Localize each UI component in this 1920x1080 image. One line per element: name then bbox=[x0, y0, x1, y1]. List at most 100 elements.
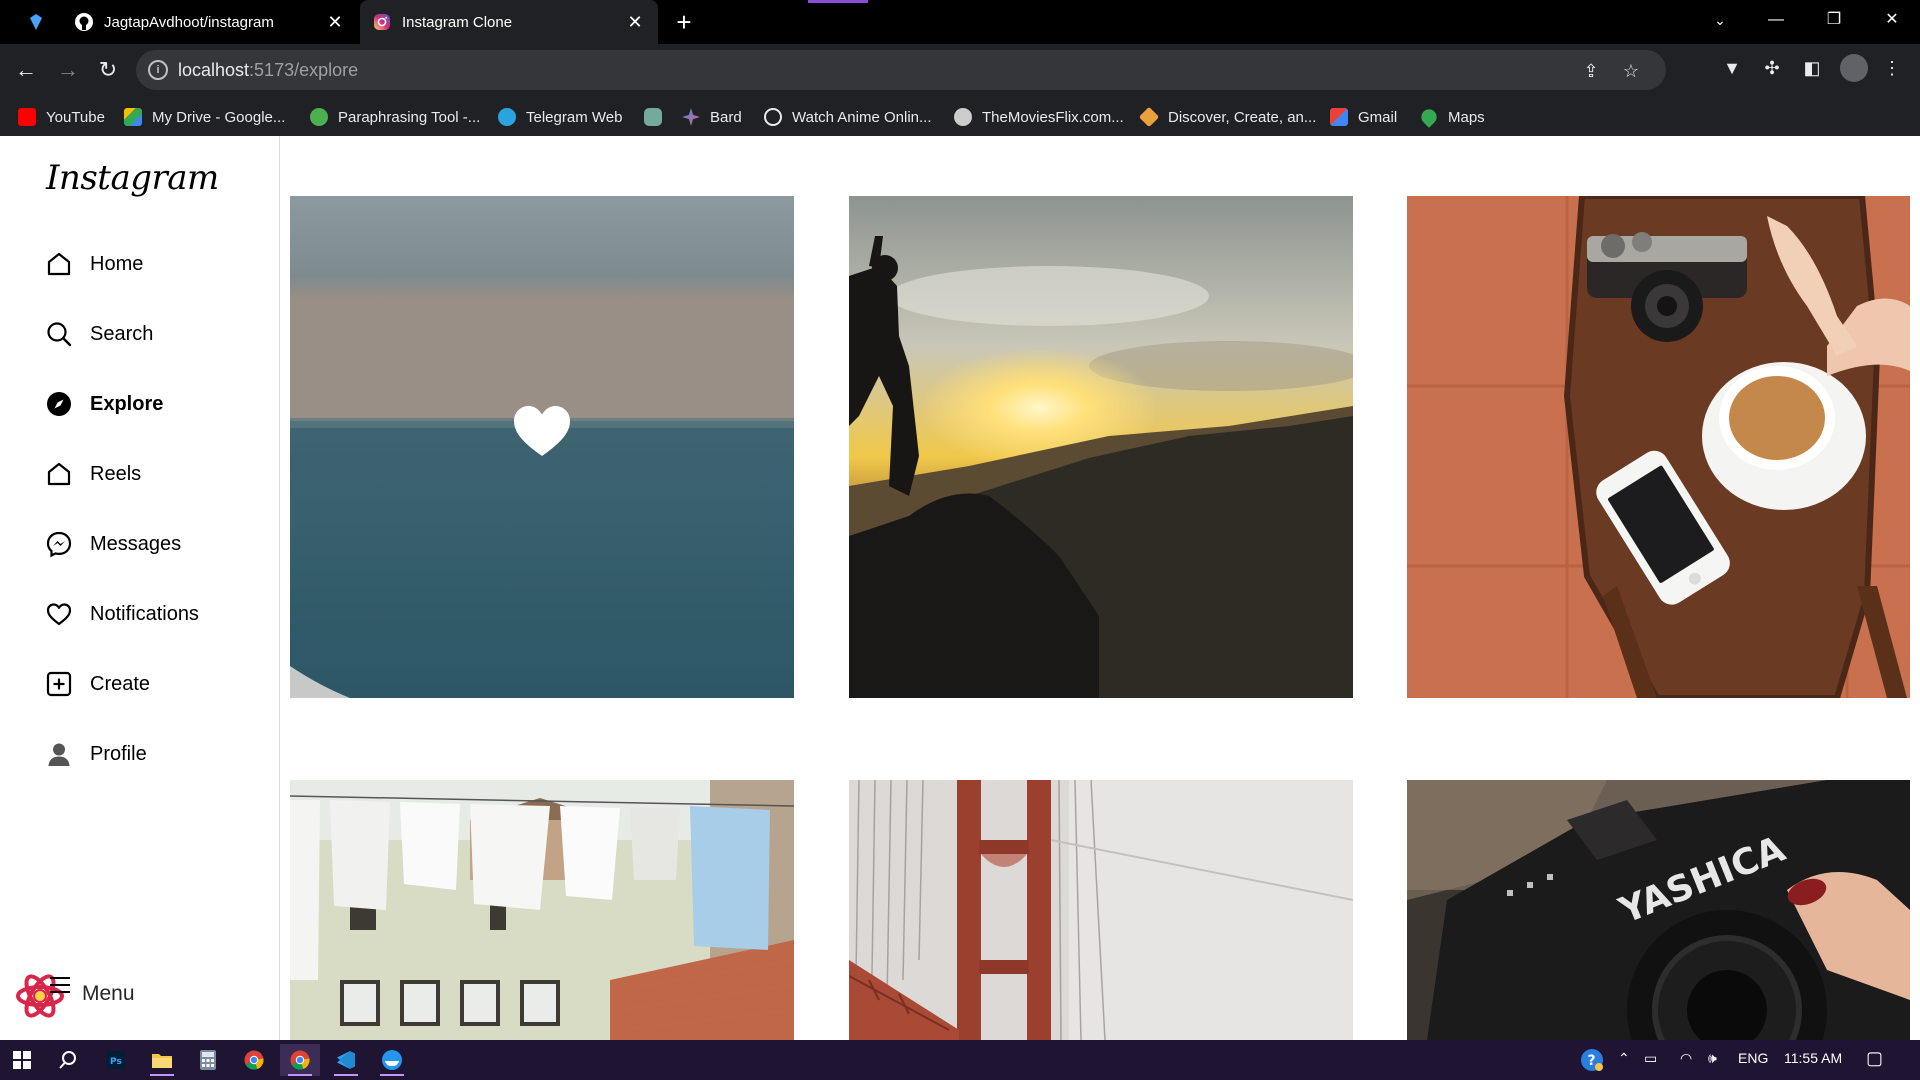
tab-search-icon[interactable]: ⌄ bbox=[1692, 0, 1748, 40]
nav-search[interactable]: Search bbox=[44, 312, 254, 356]
bookmark-maps[interactable]: Maps bbox=[1418, 106, 1485, 128]
share-icon[interactable]: ⇪ bbox=[1580, 60, 1602, 82]
bard-sparkle-icon bbox=[682, 108, 700, 126]
tab-github[interactable]: JagtapAvdhoot/instagram ✕ bbox=[62, 0, 358, 44]
tab-title: Instagram Clone bbox=[402, 13, 513, 31]
language-indicator[interactable]: ENG bbox=[1738, 1050, 1768, 1066]
bookmark-gmail[interactable]: Gmail bbox=[1330, 106, 1397, 128]
explore-post-yashica-camera[interactable]: YASHICA bbox=[1407, 780, 1910, 1040]
close-tab-icon[interactable]: ✕ bbox=[324, 11, 346, 33]
explore-post-ocean[interactable] bbox=[290, 196, 794, 698]
extension-v-icon[interactable]: ▼ bbox=[1720, 56, 1744, 80]
new-tab-button[interactable]: + bbox=[670, 8, 698, 36]
menu-label: Menu bbox=[82, 982, 135, 1005]
forward-icon[interactable]: → bbox=[54, 56, 82, 84]
active-indicator bbox=[288, 1074, 312, 1076]
tab-instagram-clone[interactable]: Instagram Clone ✕ bbox=[360, 0, 658, 44]
svg-text:Ps: Ps bbox=[110, 1057, 122, 1067]
browser-toolbar: ← → ↻ i localhost:5173/explore ☆ ⇪ ▼ ✣ ◧… bbox=[0, 44, 1920, 96]
battery-icon[interactable]: ▭ bbox=[1644, 1050, 1657, 1067]
profile-avatar-icon[interactable] bbox=[1840, 54, 1868, 82]
site-info-icon[interactable]: i bbox=[148, 60, 168, 80]
menu-button[interactable]: Menu bbox=[14, 966, 135, 1022]
windows-taskbar: Ps ? ⌃ ▭ ◠ 🕪 ENG 11:55 AM ▢ bbox=[0, 1040, 1920, 1080]
docker-icon[interactable] bbox=[372, 1044, 412, 1076]
instagram-icon bbox=[372, 12, 392, 32]
restore-button[interactable]: ❐ bbox=[1806, 0, 1862, 40]
wifi-icon[interactable]: ◠ bbox=[1680, 1050, 1692, 1067]
nav-label: Notifications bbox=[90, 602, 199, 625]
ocean-photo bbox=[290, 196, 794, 698]
bookmark-chatgpt[interactable] bbox=[644, 106, 672, 128]
explore-post-climber-sunset[interactable] bbox=[849, 196, 1353, 698]
active-indicator bbox=[150, 1074, 174, 1076]
bookmark-paraphrasing-tool[interactable]: Paraphrasing Tool -... bbox=[310, 106, 480, 128]
vscode-icon[interactable] bbox=[326, 1044, 366, 1076]
create-plus-icon bbox=[44, 669, 74, 699]
volume-icon[interactable]: 🕪 bbox=[1708, 1050, 1717, 1067]
globe-icon bbox=[954, 108, 972, 126]
bookmark-my-drive[interactable]: My Drive - Google... bbox=[124, 106, 285, 128]
chrome-icon[interactable] bbox=[234, 1044, 274, 1076]
home-icon bbox=[44, 249, 74, 279]
chrome-menu-icon[interactable]: ⋮ bbox=[1880, 56, 1904, 80]
calculator-icon[interactable] bbox=[188, 1044, 228, 1076]
chatgpt-icon bbox=[644, 108, 662, 126]
nav-profile[interactable]: Profile bbox=[44, 732, 254, 776]
bookmark-telegram-web[interactable]: Telegram Web bbox=[498, 106, 622, 128]
instagram-logo[interactable]: Instagram bbox=[46, 158, 219, 198]
explore-post-camera-tea[interactable] bbox=[1407, 196, 1910, 698]
pinned-tab[interactable] bbox=[18, 0, 58, 44]
nav-label: Search bbox=[90, 322, 154, 345]
explore-post-golden-gate[interactable] bbox=[849, 780, 1353, 1040]
close-window-button[interactable]: ✕ bbox=[1864, 0, 1920, 40]
hamburger-icon bbox=[48, 976, 70, 994]
taskbar-search-icon[interactable] bbox=[48, 1044, 88, 1076]
clock[interactable]: 11:55 AM bbox=[1784, 1050, 1842, 1066]
laundry-building-photo bbox=[290, 780, 794, 1040]
nav-label: Home bbox=[90, 252, 144, 275]
side-panel-icon[interactable]: ◧ bbox=[1800, 56, 1824, 80]
bookmark-star-icon[interactable]: ☆ bbox=[1620, 60, 1642, 82]
nav-notifications[interactable]: Notifications bbox=[44, 592, 254, 636]
close-tab-icon[interactable]: ✕ bbox=[624, 11, 646, 33]
search-icon bbox=[44, 319, 74, 349]
file-explorer-icon[interactable] bbox=[142, 1044, 182, 1076]
paraphrasing-tool-icon bbox=[310, 108, 328, 126]
reels-icon bbox=[44, 459, 74, 489]
bookmark-themoviesflix[interactable]: TheMoviesFlix.com... bbox=[954, 106, 1124, 128]
url-text: localhost:5173/explore bbox=[178, 60, 359, 80]
help-icon[interactable]: ? bbox=[1572, 1044, 1612, 1076]
google-drive-icon bbox=[124, 108, 142, 126]
messenger-icon bbox=[44, 529, 74, 559]
bookmark-watch-anime[interactable]: Watch Anime Onlin... bbox=[764, 106, 932, 128]
extensions-puzzle-icon[interactable]: ✣ bbox=[1760, 56, 1784, 80]
notification-center-icon[interactable]: ▢ bbox=[1866, 1048, 1883, 1069]
heart-icon bbox=[44, 599, 74, 629]
explore-post-laundry[interactable] bbox=[290, 780, 794, 1040]
nav-messages[interactable]: Messages bbox=[44, 522, 254, 566]
yashica-camera-photo: YASHICA bbox=[1407, 780, 1910, 1040]
bookmark-bard[interactable]: Bard bbox=[682, 106, 742, 128]
reload-icon[interactable]: ↻ bbox=[94, 56, 122, 84]
nav-create[interactable]: Create bbox=[44, 662, 254, 706]
address-bar[interactable]: i localhost:5173/explore ☆ ⇪ bbox=[136, 50, 1666, 90]
windows-start-icon[interactable] bbox=[2, 1044, 42, 1076]
pinned-tab-icon bbox=[26, 12, 46, 32]
camera-tea-photo bbox=[1407, 196, 1910, 698]
photoshop-icon[interactable]: Ps bbox=[96, 1044, 136, 1076]
back-icon[interactable]: ← bbox=[12, 56, 40, 84]
minimize-button[interactable]: — bbox=[1748, 0, 1804, 40]
chrome-active-icon[interactable] bbox=[280, 1044, 320, 1076]
show-hidden-icons[interactable]: ⌃ bbox=[1618, 1050, 1630, 1067]
bookmark-discover-create[interactable]: Discover, Create, an... bbox=[1138, 106, 1316, 128]
nav-label: Create bbox=[90, 672, 151, 695]
nav-reels[interactable]: Reels bbox=[44, 452, 254, 496]
nav-label: Messages bbox=[90, 532, 182, 555]
nav-home[interactable]: Home bbox=[44, 242, 254, 286]
github-icon bbox=[74, 12, 94, 32]
active-indicator bbox=[334, 1074, 358, 1076]
nav-label: Explore bbox=[90, 392, 164, 415]
nav-explore[interactable]: Explore bbox=[44, 382, 254, 426]
bookmark-youtube[interactable]: YouTube bbox=[18, 106, 105, 128]
